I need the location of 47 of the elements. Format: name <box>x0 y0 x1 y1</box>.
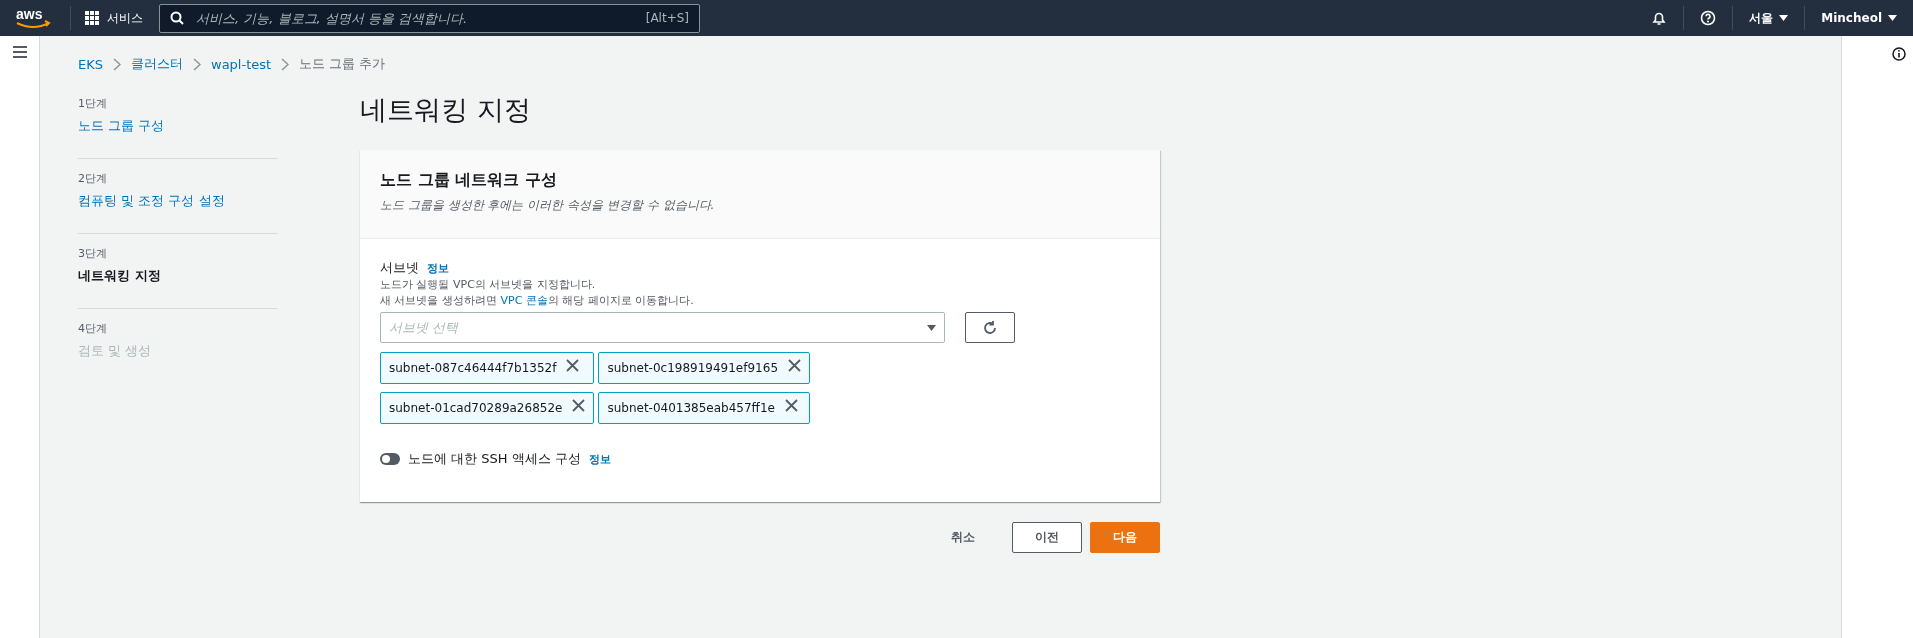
search-field[interactable]: 서비스, 기능, 블로그, 설명서 등을 검색합니다. [Alt+S] <box>159 3 700 33</box>
ssh-toggle[interactable] <box>380 453 400 465</box>
token-label: subnet-01cad70289a26852e <box>389 401 563 415</box>
search-input[interactable]: 서비스, 기능, 블로그, 설명서 등을 검색합니다. <box>194 9 636 27</box>
step-link[interactable]: 컴퓨팅 및 조정 구성 설정 <box>78 192 225 210</box>
user-menu[interactable]: Mincheol <box>1804 6 1913 30</box>
step-title: 네트워킹 지정 <box>78 267 161 285</box>
step-number: 4단계 <box>78 321 108 336</box>
help-text: 노드가 실행될 VPC의 서브넷을 지정합니다. <box>380 277 597 293</box>
step-number: 1단계 <box>78 96 108 111</box>
caret-icon <box>1779 15 1789 21</box>
refresh-button[interactable] <box>965 312 1015 343</box>
step-title: 검토 및 생성 <box>78 342 152 360</box>
toggle-label: 노드에 대한 SSH 액세스 구성 <box>408 450 581 468</box>
chevron-right-icon <box>193 57 201 71</box>
card-title: 노드 그룹 네트워크 구성 <box>380 170 558 191</box>
step-link[interactable]: 노드 그룹 구성 <box>78 117 165 135</box>
chevron-right-icon <box>281 57 290 71</box>
shortcut-hint: [Alt+S] <box>645 11 689 25</box>
card-description: 노드 그룹을 생성한 후에는 이러한 속성을 변경할 수 없습니다. <box>380 197 716 214</box>
refresh-icon <box>982 319 998 336</box>
cancel-button[interactable]: 취소 <box>934 522 992 553</box>
caret-icon <box>927 324 936 331</box>
next-button[interactable]: 다음 <box>1090 522 1160 553</box>
step-number: 3단계 <box>78 246 108 261</box>
token-label: subnet-0401385eab457ff1e <box>607 401 775 415</box>
info-link[interactable]: 정보 <box>427 262 449 275</box>
breadcrumb-current: 노드 그룹 추가 <box>299 55 386 73</box>
services-menu-button[interactable]: 서비스 <box>85 9 143 27</box>
caret-icon <box>1888 15 1897 21</box>
breadcrumb-link[interactable]: 클러스터 <box>131 55 183 73</box>
chevron-right-icon <box>113 57 121 71</box>
region-menu[interactable]: 서울 <box>1732 6 1805 30</box>
breadcrumb-link[interactable]: wapl-test <box>211 56 272 72</box>
info-link[interactable]: 정보 <box>588 451 611 467</box>
previous-button[interactable]: 이전 <box>1012 522 1082 553</box>
token-label: subnet-0c198919491ef9165 <box>607 361 778 375</box>
step-number: 2단계 <box>78 171 108 186</box>
aws-logo[interactable]: aws <box>14 5 56 31</box>
vpc-console-link[interactable]: VPC 콘솔 <box>500 294 548 307</box>
field-label: 서브넷 <box>380 260 419 275</box>
help-text: 새 서브넷을 생성하려면 VPC 콘솔의 해당 페이지로 이동합니다. <box>380 293 695 309</box>
page-title: 네트워킹 지정 <box>360 93 532 127</box>
search-icon <box>170 11 184 25</box>
token-label: subnet-087c46444f7b1352f <box>389 361 557 375</box>
grid-icon <box>85 11 99 25</box>
breadcrumb-link[interactable]: EKS <box>78 56 103 72</box>
